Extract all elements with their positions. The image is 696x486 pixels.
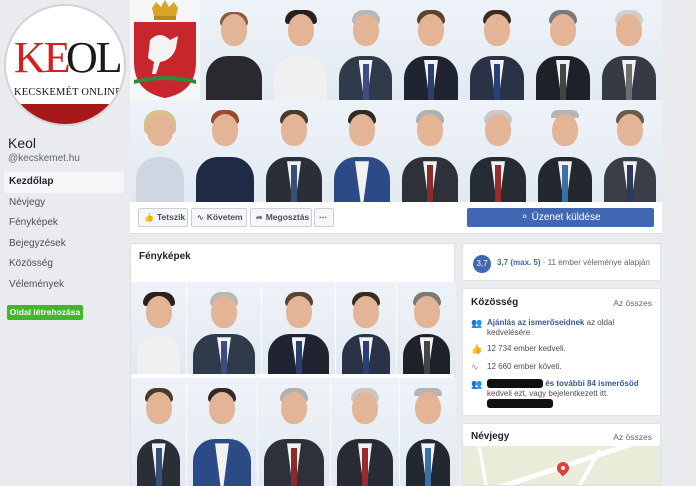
photos-panel: Fényképek xyxy=(130,243,456,486)
photo-thumbnail[interactable] xyxy=(331,378,399,486)
logo-text-dark: OL xyxy=(66,33,123,82)
more-options-button[interactable]: ··· xyxy=(314,208,334,227)
photo-thumbnail[interactable] xyxy=(187,378,257,486)
cover-portrait xyxy=(190,100,260,202)
like-button[interactable]: 👍 Tetszik xyxy=(138,208,188,227)
about-see-all-link[interactable]: Az összes xyxy=(613,432,652,442)
follows-count: 12 660 ember követi. xyxy=(487,362,562,371)
photo-thumbnail[interactable] xyxy=(131,378,186,486)
cover-portrait xyxy=(530,0,596,100)
messenger-icon: ⚬ xyxy=(520,212,532,223)
logo-subtitle: KECSKEMÉT ONLINE xyxy=(14,87,122,98)
about-card: Névjegy Az összes xyxy=(462,423,661,486)
page-nav: Kezdőlap Névjegy Fényképek Bejegyzések K… xyxy=(4,172,124,295)
nav-item-posts[interactable]: Bejegyzések xyxy=(4,234,124,255)
redacted-name xyxy=(487,379,543,389)
photos-title[interactable]: Fényképek xyxy=(139,251,191,262)
about-title[interactable]: Névjegy xyxy=(471,431,509,442)
photo-thumbnail[interactable] xyxy=(187,282,261,374)
rss-icon: ∿ xyxy=(471,362,479,372)
follow-button[interactable]: ∿ Követem xyxy=(191,208,247,227)
cover-portrait xyxy=(396,100,464,202)
likes-row: 👍 12 734 ember kedveli. xyxy=(471,344,651,354)
friends-text: kedveli ezt, vagy bejelentkezett itt. xyxy=(487,389,609,398)
likes-count: 12 734 ember kedveli. xyxy=(487,344,566,353)
community-card: Közösség Az összes 👥 Ajánlás az ismerőse… xyxy=(462,288,661,416)
logo-red-stripe xyxy=(6,104,124,124)
invite-friends-row: 👥 Ajánlás az ismerőseidnek az oldal kedv… xyxy=(471,318,651,338)
coat-of-arms-image xyxy=(130,0,200,100)
cover-portrait xyxy=(328,100,396,202)
community-see-all-link[interactable]: Az összes xyxy=(613,298,652,308)
rating-summary: 3,7 (max. 5) · 11 ember véleménye alapjá… xyxy=(497,258,650,267)
cover-portrait xyxy=(598,100,662,202)
nav-item-reviews[interactable]: Vélemények xyxy=(4,275,124,296)
share-arrow-icon: ➦ xyxy=(256,213,263,222)
photo-thumbnail[interactable] xyxy=(400,378,456,486)
rating-count-text: · 11 ember véleménye alapján xyxy=(540,258,650,267)
friends-link[interactable]: és további 84 ismerősöd xyxy=(545,379,638,388)
like-label: Tetszik xyxy=(156,212,186,222)
cover-portrait xyxy=(596,0,662,100)
thumbs-up-icon: 👍 xyxy=(471,344,483,354)
cover-portrait xyxy=(464,100,532,202)
create-page-button[interactable]: Oldal létrehozása xyxy=(7,305,83,320)
page-action-bar: 👍 Tetszik ∿ Követem ➦ Megosztás ··· ⚬ Üzene… xyxy=(130,202,662,234)
invite-friends-link[interactable]: Ajánlás az ismerőseidnek xyxy=(487,318,584,327)
people-icon: 👥 xyxy=(471,379,483,389)
page-name[interactable]: Keol xyxy=(8,135,36,151)
rating-score-text: 3,7 (max. 5) xyxy=(497,258,541,267)
send-message-label: Üzenet küldése xyxy=(531,212,601,223)
cover-portrait xyxy=(464,0,530,100)
cover-portrait xyxy=(260,100,328,202)
cover-portrait xyxy=(200,0,268,100)
cover-photo[interactable] xyxy=(130,0,662,202)
page-profile-logo[interactable]: KE OL KECSKEMÉT ONLINE xyxy=(6,6,124,124)
follow-label: Követem xyxy=(206,212,243,222)
cover-portrait xyxy=(333,0,398,100)
nav-item-community[interactable]: Közösség xyxy=(4,254,124,275)
nav-item-photos[interactable]: Fényképek xyxy=(4,213,124,234)
cover-portrait xyxy=(130,100,190,202)
location-map[interactable] xyxy=(463,446,660,485)
logo-text-red: KE xyxy=(14,33,71,82)
send-message-button[interactable]: ⚬ Üzenet küldése xyxy=(467,208,654,227)
nav-item-about[interactable]: Névjegy xyxy=(4,193,124,214)
rating-card[interactable]: 3,7 3,7 (max. 5) · 11 ember véleménye al… xyxy=(462,243,661,281)
community-title[interactable]: Közösség xyxy=(471,297,518,308)
cover-portrait xyxy=(268,0,333,100)
photo-thumbnail[interactable] xyxy=(262,282,335,374)
cover-portrait xyxy=(532,100,598,202)
follows-row: ∿ 12 660 ember követi. xyxy=(471,362,651,372)
friends-row: 👥 és további 84 ismerősöd kedveli ezt, va… xyxy=(471,379,651,409)
cover-portrait xyxy=(398,0,464,100)
photo-thumbnail[interactable] xyxy=(336,282,396,374)
rss-icon: ∿ xyxy=(197,213,204,222)
photo-thumbnail[interactable] xyxy=(131,282,186,374)
page-handle[interactable]: @kecskemet.hu xyxy=(8,153,80,164)
people-icon: 👥 xyxy=(471,318,483,328)
share-label: Megosztás xyxy=(265,212,310,222)
photo-thumbnail[interactable] xyxy=(258,378,330,486)
rating-badge: 3,7 xyxy=(473,255,491,273)
share-button[interactable]: ➦ Megosztás xyxy=(250,208,312,227)
photo-thumbnail[interactable] xyxy=(397,282,456,374)
nav-item-home[interactable]: Kezdőlap xyxy=(4,172,124,193)
redacted-name xyxy=(487,399,553,409)
thumbs-up-icon: 👍 xyxy=(144,213,154,222)
